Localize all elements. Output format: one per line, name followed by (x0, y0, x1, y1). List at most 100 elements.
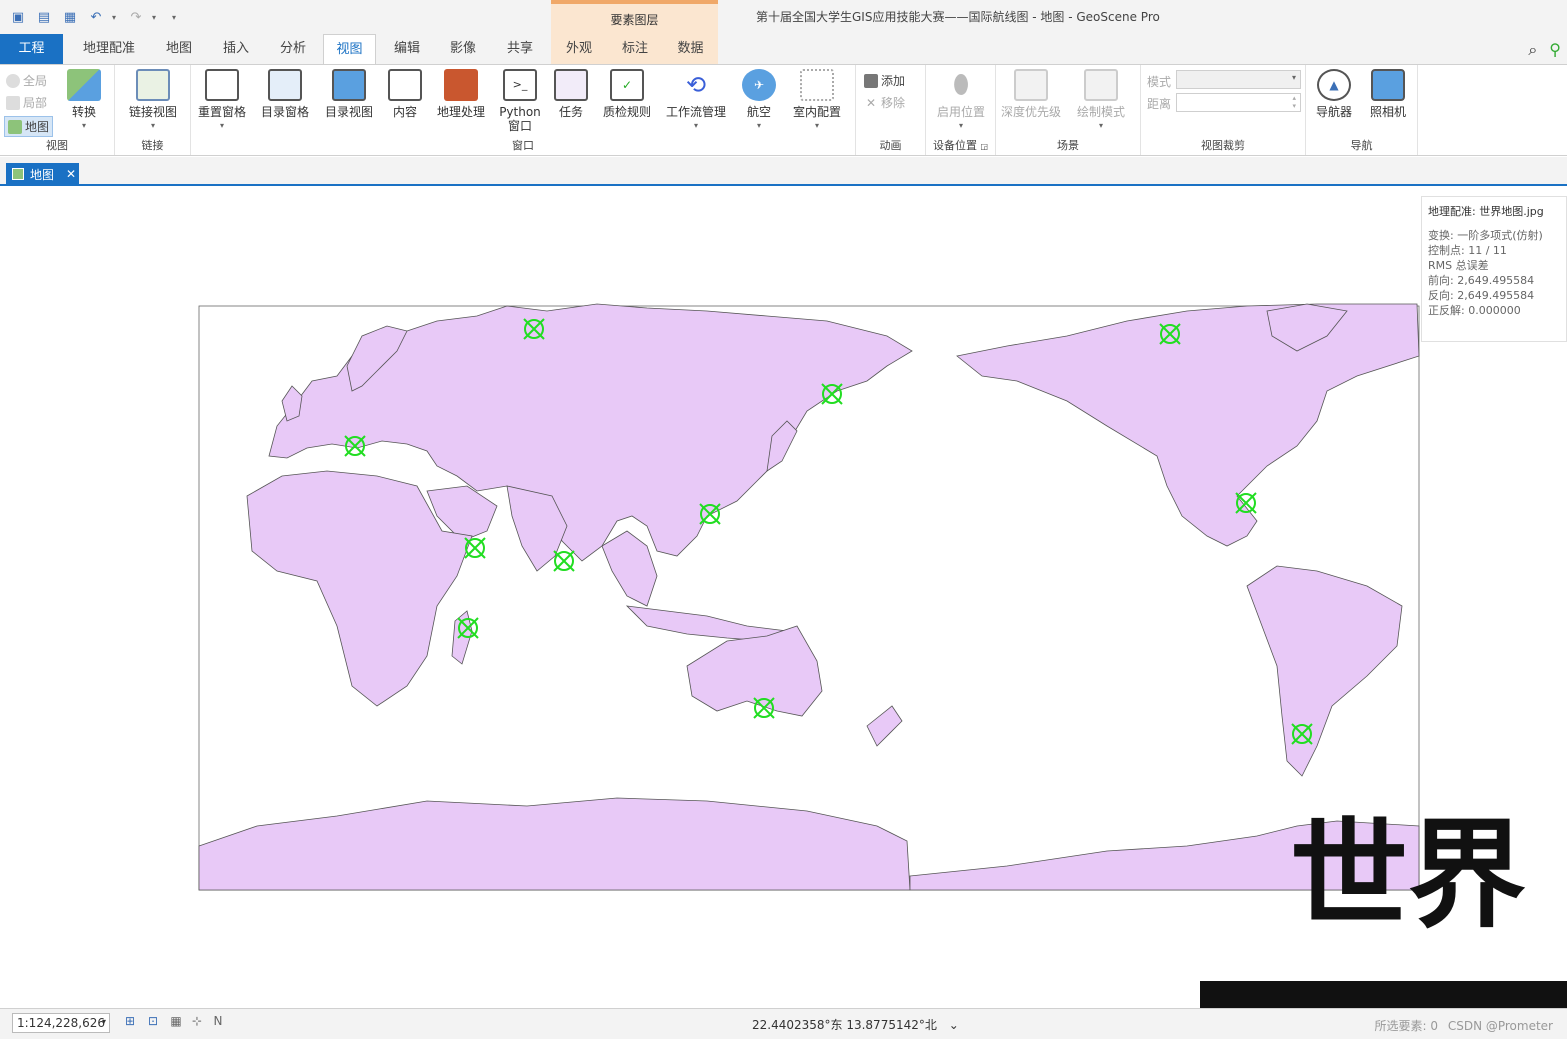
group-windows: 重置窗格 ▾ 目录窗格 目录视图 内容 地理处理 >_ Python 窗口 任务 (191, 65, 856, 155)
group-label-animation: 动画 (879, 139, 902, 152)
save-project-icon[interactable]: ▦ (60, 7, 80, 27)
tasks-button[interactable]: 任务 (551, 69, 591, 119)
python-window-button[interactable]: >_ Python 窗口 (495, 69, 545, 133)
georef-control-points: 控制点: 11 / 11 (1428, 244, 1507, 257)
dialog-launcher-icon[interactable]: ◲ (980, 142, 988, 151)
map-icon (12, 168, 24, 180)
tab-view[interactable]: 视图 (323, 34, 376, 65)
scale-selector[interactable]: 1:124,228,626 ▾ (12, 1013, 110, 1033)
georeference-info-panel: 地理配准: 世界地图.jpg 变换: 一阶多项式(仿射) 控制点: 11 / 1… (1421, 196, 1567, 342)
tab-map[interactable]: 地图 (156, 34, 202, 64)
tab-imagery[interactable]: 影像 (440, 34, 486, 64)
top-right-icons: ⌕ ⚲ (1528, 40, 1561, 60)
quick-access-toolbar: ▣ ▤ ▦ ↶ ▾ ↷ ▾ ▾ (8, 7, 180, 27)
georef-forward: 前向: 2,649.495584 (1428, 274, 1535, 287)
georef-transform: 变换: 一阶多项式(仿射) (1428, 229, 1543, 242)
chevron-down-icon: ▾ (958, 121, 963, 130)
navigator-button[interactable]: ▲ 导航器 (1308, 69, 1360, 119)
globe-icon (6, 73, 20, 88)
undo-icon[interactable]: ↶ (86, 7, 106, 27)
add-animation-button[interactable]: 添加 (864, 72, 905, 89)
map-view-button[interactable]: 地图 (4, 116, 54, 137)
tab-insert[interactable]: 插入 (213, 34, 259, 64)
contents-icon (388, 69, 422, 101)
python-icon: >_ (503, 69, 537, 101)
contextual-tab-group-label: 要素图层 (551, 0, 718, 34)
film-add-icon (864, 73, 878, 88)
tab-data[interactable]: 数据 (663, 34, 718, 64)
depth-priority-button[interactable]: 深度优先级 (1000, 69, 1062, 119)
cursor-coordinates[interactable]: 22.4402358°东 13.8775142°北 ⌄ (752, 1016, 959, 1033)
chevron-down-icon: ▾ (693, 121, 698, 130)
redo-dropdown-icon[interactable]: ▾ (152, 13, 160, 22)
catalog-pane-button[interactable]: 目录窗格 (257, 69, 313, 119)
search-icon[interactable]: ⌕ (1528, 40, 1537, 60)
group-label-view: 视图 (46, 139, 68, 152)
customize-icon[interactable]: ▾ (172, 13, 180, 22)
group-label-windows: 窗口 (512, 139, 534, 152)
group-link: 链接视图 ▾ 链接 (115, 65, 191, 155)
tab-project[interactable]: 工程 (0, 34, 63, 64)
depth-priority-icon (1014, 69, 1048, 101)
tab-labeling[interactable]: 标注 (607, 34, 663, 64)
tab-share[interactable]: 共享 (497, 34, 543, 64)
chevron-down-icon: ⌄ (948, 1018, 959, 1032)
open-project-icon[interactable]: ▤ (34, 7, 54, 27)
tab-analysis[interactable]: 分析 (270, 34, 316, 64)
mode-select[interactable]: ▾ (1176, 70, 1301, 89)
grid-snap-icon[interactable]: ⊡ (145, 1014, 161, 1030)
chevron-down-icon: ▾ (1098, 121, 1103, 130)
contents-button[interactable]: 内容 (385, 69, 425, 119)
map-document-tab[interactable]: 地图 ✕ (6, 163, 79, 185)
tasks-icon (554, 69, 588, 101)
airplane-icon: ✈ (742, 69, 776, 101)
global-view-button[interactable]: 全局 (6, 72, 47, 89)
group-device-location: ⬮ 启用位置 ▾ 设备位置 ◲ (926, 65, 996, 155)
local-view-button[interactable]: 局部 (6, 94, 47, 111)
location-pin-icon: ⬮ (952, 70, 970, 100)
fixed-zoom-icon[interactable]: ⊞ (122, 1014, 138, 1030)
user-icon[interactable]: ⚲ (1549, 40, 1561, 60)
qc-rules-button[interactable]: ✓ 质检规则 (599, 69, 655, 119)
indoor-config-button[interactable]: 室内配置 ▾ (787, 69, 847, 133)
group-view-clipping: 模式 ▾ 距离 ▴ ▾ 视图裁剪 (1141, 65, 1306, 155)
draw-mode-button[interactable]: 绘制模式 ▾ (1070, 69, 1132, 133)
aviation-button[interactable]: ✈ 航空 ▾ (735, 69, 783, 133)
link-views-button[interactable]: 链接视图 ▾ (119, 69, 187, 133)
distance-input[interactable]: ▴ ▾ (1176, 93, 1301, 112)
title-bar: ▣ ▤ ▦ ↶ ▾ ↷ ▾ ▾ 要素图层 第十届全国大学生GIS应用技能大赛——… (0, 0, 1567, 34)
workflow-manager-button[interactable]: ⟲ 工作流管理 ▾ (663, 69, 729, 133)
link-views-icon (136, 69, 170, 101)
group-animation: 添加 ✕ 移除 动画 (856, 65, 926, 155)
group-label-link: 链接 (141, 139, 164, 152)
georef-title: 地理配准: 世界地图.jpg (1428, 205, 1544, 218)
group-navigate: ▲ 导航器 照相机 导航 (1306, 65, 1418, 155)
map-view[interactable]: 世界 地理配准: 世界地图.jpg 变换: 一阶多项式(仿射) 控制点: 11 … (7, 186, 1567, 1008)
convert-icon (67, 69, 101, 101)
undo-dropdown-icon[interactable]: ▾ (112, 13, 120, 22)
tab-georeference[interactable]: 地理配准 (74, 34, 144, 64)
ribbon: 全局 局部 地图 转换 ▾ 视图 链接视图 ▾ 链接 重置窗格 ▾ 目录窗格 目… (0, 64, 1567, 156)
reset-panes-icon (205, 69, 239, 101)
snapping-icon[interactable]: ⊹ (189, 1014, 205, 1030)
close-icon[interactable]: ✕ (66, 167, 76, 181)
convert-button[interactable]: 转换 ▾ (62, 69, 106, 133)
north-arrow-icon[interactable]: N (210, 1014, 226, 1030)
remove-animation-button[interactable]: ✕ 移除 (864, 94, 905, 111)
enable-location-button[interactable]: ⬮ 启用位置 ▾ (930, 69, 992, 133)
group-scene: 深度优先级 绘制模式 ▾ 场景 (996, 65, 1141, 155)
table-icon[interactable]: ▦ (168, 1014, 184, 1030)
georef-forward-inverse: 正反解: 0.000000 (1428, 304, 1521, 317)
spinner-icon[interactable]: ▴ ▾ (1292, 94, 1296, 110)
close-icon: ✕ (865, 95, 877, 110)
redo-icon[interactable]: ↷ (126, 7, 146, 27)
reset-panes-button[interactable]: 重置窗格 ▾ (193, 69, 251, 133)
tab-appearance[interactable]: 外观 (551, 34, 607, 64)
catalog-view-button[interactable]: 目录视图 (321, 69, 377, 119)
geoprocessing-button[interactable]: 地理处理 (433, 69, 489, 119)
new-project-icon[interactable]: ▣ (8, 7, 28, 27)
checklist-icon: ✓ (610, 69, 644, 101)
tab-edit[interactable]: 编辑 (384, 34, 430, 64)
map-icon (8, 119, 22, 134)
camera-button[interactable]: 照相机 (1362, 69, 1414, 119)
